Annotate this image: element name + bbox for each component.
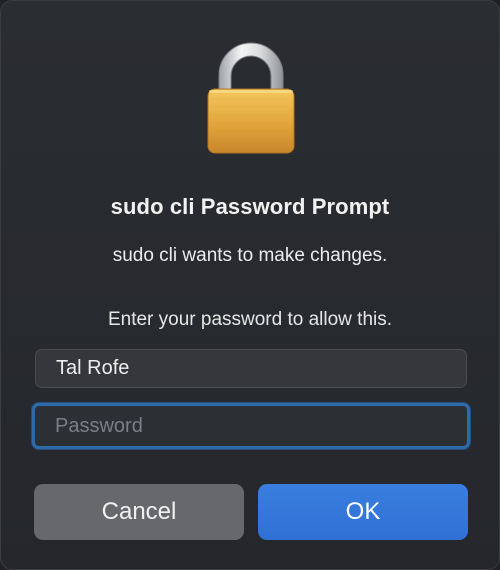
username-field[interactable]: Tal Rofe — [35, 349, 467, 388]
dialog-title: sudo cli Password Prompt — [110, 194, 390, 219]
padlock-icon — [207, 42, 295, 154]
dialog-subtitle: sudo cli wants to make changes. — [112, 245, 388, 266]
password-field[interactable] — [32, 403, 470, 449]
dialog-instruction: Enter your password to allow this. — [107, 309, 393, 330]
password-dialog: sudo cli Password Prompt sudo cli wants … — [0, 0, 500, 570]
ok-button[interactable]: OK — [258, 484, 468, 540]
cancel-button[interactable]: Cancel — [34, 484, 244, 540]
